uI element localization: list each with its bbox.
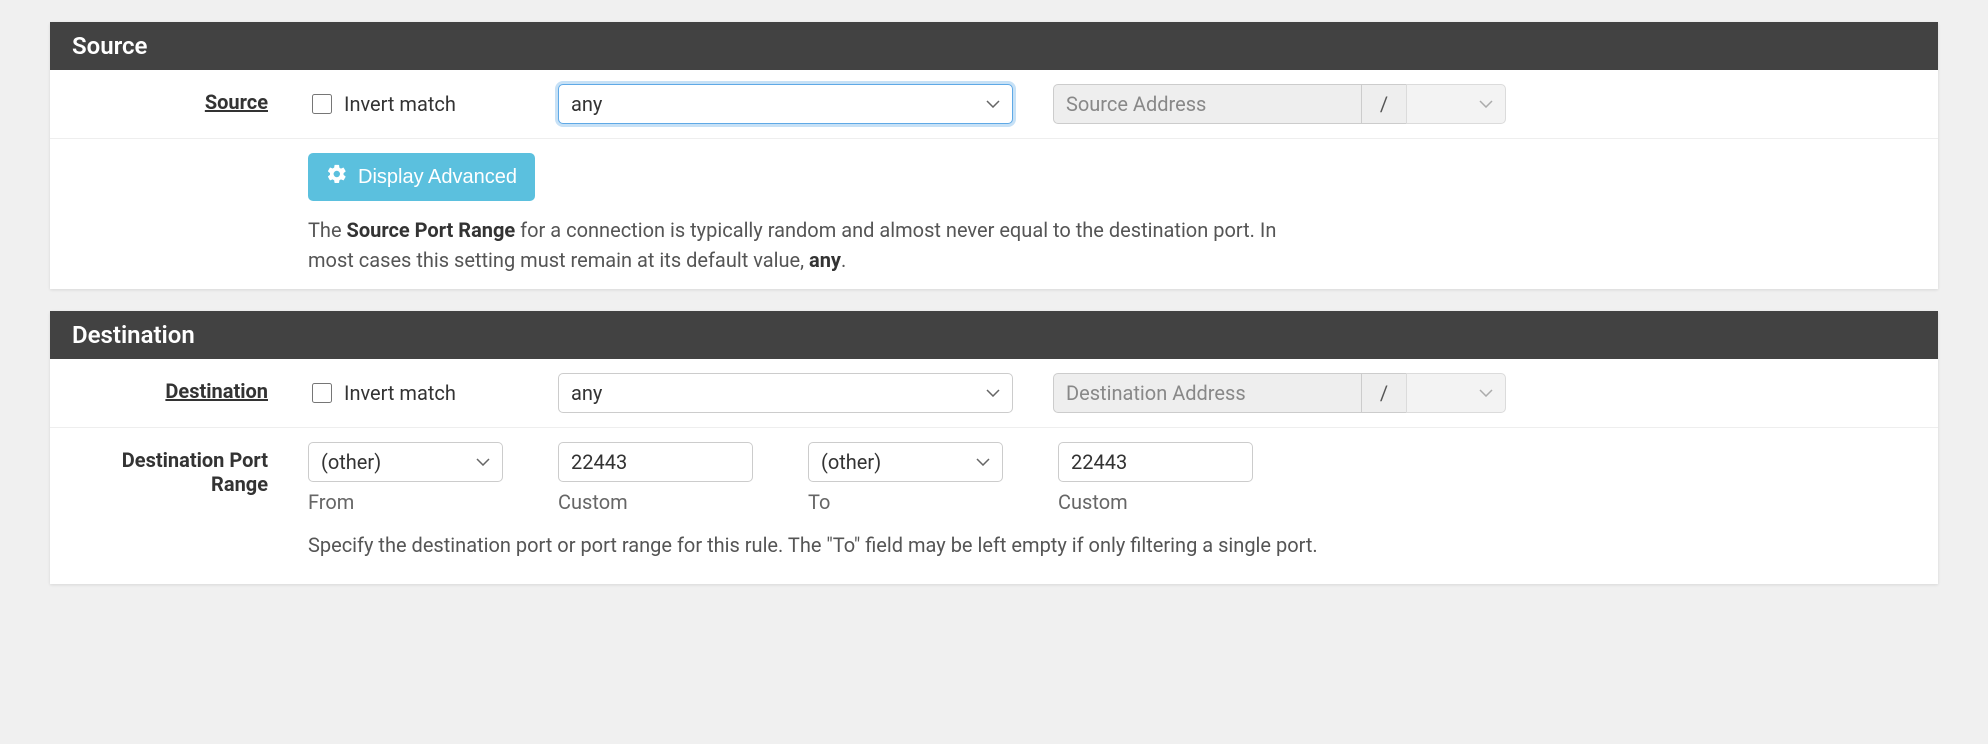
source-panel: Source Source Invert match any S: [50, 22, 1938, 289]
destination-invert-match[interactable]: Invert match: [308, 373, 518, 413]
destination-panel: Destination Destination Invert match any: [50, 311, 1938, 584]
destination-row: Destination Invert match any Destination…: [50, 359, 1938, 428]
destination-type-select[interactable]: any: [558, 373, 1013, 413]
port-from-custom-sublabel: Custom: [558, 490, 753, 514]
destination-address-input: Destination Address: [1053, 373, 1361, 413]
port-from-custom-input[interactable]: [558, 442, 753, 482]
source-mask-divider: /: [1361, 84, 1406, 124]
source-type-select[interactable]: any: [558, 84, 1013, 124]
source-invert-match[interactable]: Invert match: [308, 84, 518, 124]
gear-icon: [326, 163, 348, 191]
destination-port-range-label: Destination Port Range: [68, 442, 308, 496]
source-address-input: Source Address: [1053, 84, 1361, 124]
destination-invert-checkbox[interactable]: [312, 383, 332, 403]
port-from-sublabel: From: [308, 490, 503, 514]
port-from-select[interactable]: (other): [308, 442, 503, 482]
destination-panel-header: Destination: [50, 311, 1938, 359]
destination-label: Destination: [68, 373, 308, 403]
destination-port-range-row: Destination Port Range (other) From Cust…: [50, 428, 1938, 528]
port-to-sublabel: To: [808, 490, 1003, 514]
source-help-text: The Source Port Range for a connection i…: [308, 215, 1308, 275]
destination-help-text: Specify the destination port or port ran…: [308, 528, 1920, 570]
destination-invert-label: Invert match: [344, 381, 456, 405]
destination-help-row: Specify the destination port or port ran…: [50, 528, 1938, 584]
source-address-group: Source Address /: [1053, 84, 1506, 124]
destination-address-group: Destination Address /: [1053, 373, 1506, 413]
display-advanced-button[interactable]: Display Advanced: [308, 153, 535, 201]
source-invert-label: Invert match: [344, 92, 456, 116]
display-advanced-label: Display Advanced: [358, 166, 517, 189]
destination-mask-select: [1406, 373, 1506, 413]
source-invert-checkbox[interactable]: [312, 94, 332, 114]
source-row: Source Invert match any Source Address: [50, 70, 1938, 139]
port-to-custom-sublabel: Custom: [1058, 490, 1253, 514]
source-label: Source: [68, 84, 308, 114]
source-panel-header: Source: [50, 22, 1938, 70]
source-mask-select: [1406, 84, 1506, 124]
destination-mask-divider: /: [1361, 373, 1406, 413]
source-advanced-row: Display Advanced The Source Port Range f…: [50, 139, 1938, 289]
port-to-select[interactable]: (other): [808, 442, 1003, 482]
port-to-custom-input[interactable]: [1058, 442, 1253, 482]
